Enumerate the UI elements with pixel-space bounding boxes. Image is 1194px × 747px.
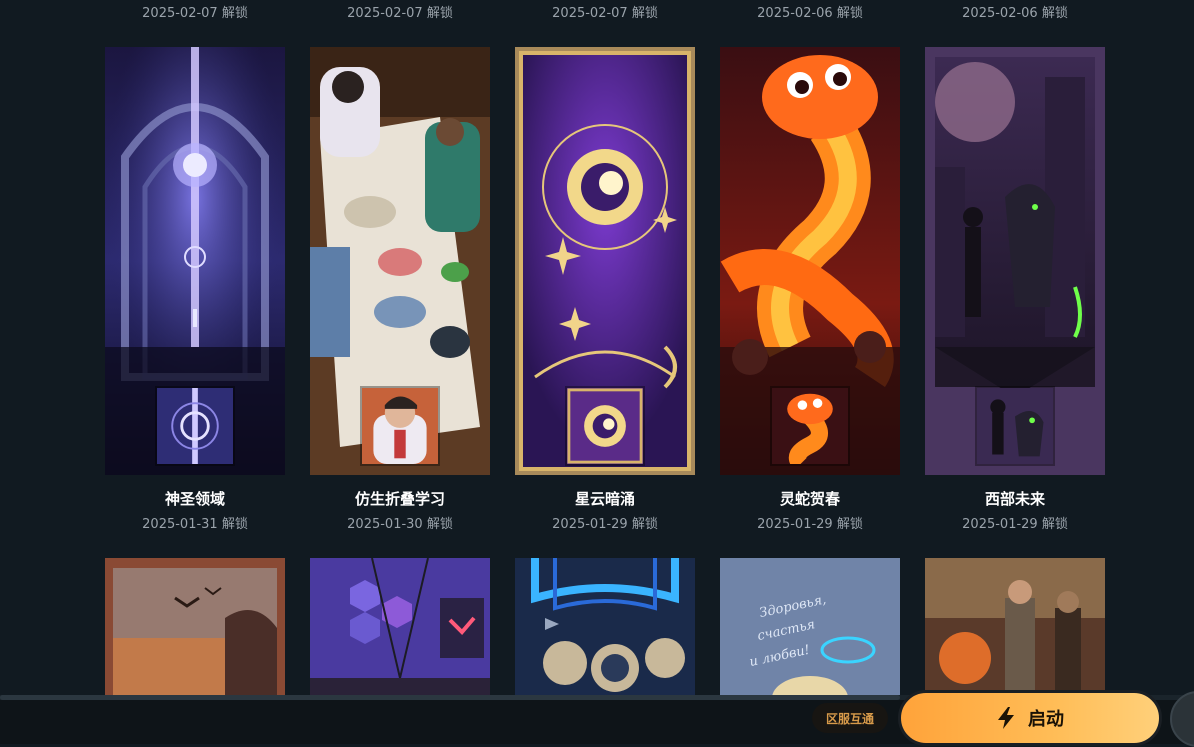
card-title: 神圣领域 xyxy=(164,490,225,508)
spray-collection-grid: 2025-02-07 解锁 2025-02-07 解锁 2025-02-07 解… xyxy=(0,0,1194,743)
card-unlock-date: 2025-02-07 解锁 xyxy=(142,6,248,21)
card-unlock-date: 2025-02-07 解锁 xyxy=(552,6,658,21)
card-sacred-realm[interactable] xyxy=(105,47,285,475)
neon-ships-art xyxy=(515,558,695,698)
region-interop-badge[interactable]: 区服互通 xyxy=(812,703,888,733)
spirit-snake-icon xyxy=(770,386,850,466)
card-nebula-surge[interactable] xyxy=(515,47,695,475)
card-canyon-birds[interactable] xyxy=(105,558,285,698)
bionic-folding-icon xyxy=(360,386,440,466)
card-spirit-snake[interactable] xyxy=(720,47,900,475)
scrollbar-thumb[interactable] xyxy=(0,695,900,700)
launch-button[interactable]: 启动 xyxy=(898,690,1162,746)
card-unlock-date: 2025-01-29 解锁 xyxy=(757,517,863,532)
card-desert-duel[interactable] xyxy=(925,558,1105,698)
russian-greeting-art: Здоровья, счастья и любви! xyxy=(720,558,900,698)
desert-duel-art xyxy=(925,558,1105,698)
region-interop-label: 区服互通 xyxy=(825,711,874,726)
card-title: 西部未来 xyxy=(984,490,1045,508)
card-western-future[interactable] xyxy=(925,47,1105,475)
card-unlock-date: 2025-01-29 解锁 xyxy=(962,517,1068,532)
card-title: 仿生折叠学习 xyxy=(354,490,445,508)
card-unlock-date: 2025-01-30 解锁 xyxy=(347,517,453,532)
card-unlock-date: 2025-01-31 解锁 xyxy=(142,517,248,532)
card-title: 灵蛇贺春 xyxy=(779,490,840,508)
card-unlock-date: 2025-02-06 解锁 xyxy=(962,6,1068,21)
card-bionic-folding[interactable] xyxy=(310,47,490,475)
card-title: 星云暗涌 xyxy=(574,490,635,508)
card-hex-wall-room[interactable] xyxy=(310,558,490,698)
launch-label: 启动 xyxy=(1028,709,1064,730)
western-future-icon xyxy=(975,386,1055,466)
sacred-realm-icon xyxy=(155,386,235,466)
lightning-icon xyxy=(998,707,1014,729)
canyon-birds-art xyxy=(105,558,285,698)
nebula-surge-icon xyxy=(565,386,645,466)
card-unlock-date: 2025-01-29 解锁 xyxy=(552,517,658,532)
card-russian-greeting[interactable]: Здоровья, счастья и любви! xyxy=(720,558,900,698)
card-neon-ships[interactable] xyxy=(515,558,695,698)
card-unlock-date: 2025-02-07 解锁 xyxy=(347,6,453,21)
hex-wall-room-art xyxy=(310,558,490,698)
card-unlock-date: 2025-02-06 解锁 xyxy=(757,6,863,21)
